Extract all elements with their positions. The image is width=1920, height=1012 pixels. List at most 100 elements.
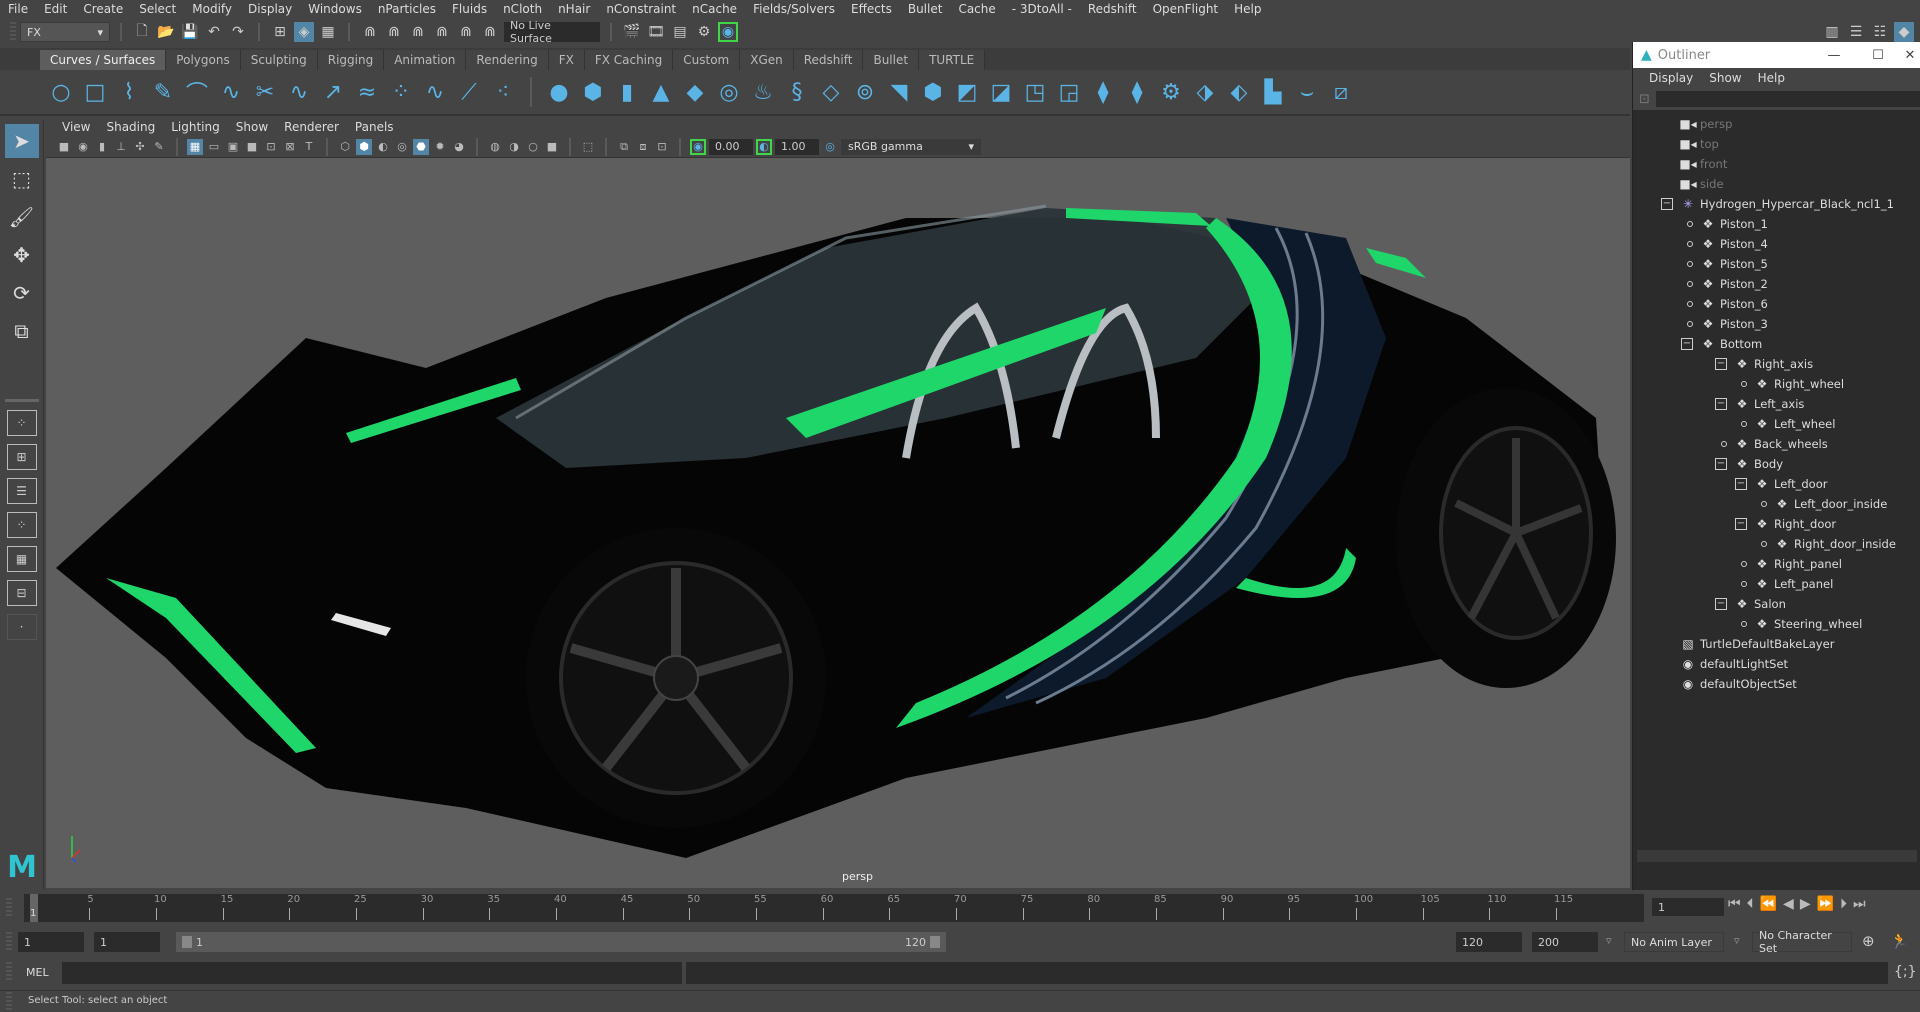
play-forwards-icon[interactable]: ▶ [1800, 896, 1811, 912]
step-back-frame-icon[interactable]: ⏴ [1747, 896, 1754, 912]
outliner-item[interactable]: ❖ Left_door_inside [1773, 494, 1888, 514]
command-input[interactable] [62, 962, 682, 984]
outliner-horizontal-scrollbar[interactable] [1637, 850, 1917, 862]
animation-preferences-icon[interactable]: 🏃 [1890, 932, 1909, 950]
reverse-curve-icon[interactable]: ⁖ [490, 79, 516, 105]
outliner-item[interactable]: ❖ Left_door [1753, 474, 1828, 494]
snap-point-icon[interactable]: ⋒ [408, 22, 428, 42]
sidebar-toggle-icon[interactable]: ▥ [1822, 22, 1842, 42]
go-to-end-icon[interactable]: ⏭ [1853, 896, 1866, 912]
close-icon[interactable]: ✕ [1900, 48, 1920, 63]
outliner-item[interactable]: ■◂ persp [1679, 114, 1732, 134]
gamma-icon[interactable]: ◐ [756, 138, 772, 155]
outliner-item[interactable]: ❖ Piston_6 [1699, 294, 1768, 314]
render-view-icon[interactable]: 🎬 [622, 22, 642, 42]
safe-action-icon[interactable]: ⊠ [282, 139, 298, 155]
four-view-layout-icon[interactable]: ⊞ [6, 444, 37, 470]
outliner-item[interactable]: ▧ TurtleDefaultBakeLayer [1679, 634, 1834, 654]
collapse-toggle-icon[interactable]: − [1715, 458, 1727, 470]
nurbs-circle-icon[interactable]: ○ [48, 79, 74, 105]
2d-pan-zoom-icon[interactable]: ✣ [132, 139, 148, 155]
grease-pencil-icon[interactable]: ✎ [151, 139, 167, 155]
move-tool-icon[interactable]: ✥ [5, 238, 39, 272]
collapse-toggle-icon[interactable]: − [1661, 198, 1673, 210]
film-gate-icon[interactable]: ▭ [206, 139, 222, 155]
outliner-item[interactable]: ❖ Right_door [1753, 514, 1837, 534]
animation-start-field[interactable]: 1 [18, 932, 84, 952]
undo-icon[interactable]: ↶ [204, 22, 224, 42]
viewport-menu-show[interactable]: Show [228, 120, 276, 134]
menu-nhair[interactable]: nHair [550, 2, 598, 16]
menu-nparticles[interactable]: nParticles [370, 2, 444, 16]
isolate-select-icon[interactable]: ⬚ [580, 139, 596, 155]
grip-handle[interactable] [6, 962, 12, 982]
menu-display[interactable]: Display [240, 2, 300, 16]
insert-isoparm-icon[interactable]: ⚙ [1158, 79, 1184, 105]
viewport-menu-shading[interactable]: Shading [98, 120, 163, 134]
menu-openflight[interactable]: OpenFlight [1145, 2, 1227, 16]
outliner-item[interactable]: ❖ Bottom [1699, 334, 1763, 354]
insert-knot-icon[interactable]: ∿ [422, 79, 448, 105]
grip-handle[interactable] [6, 898, 12, 918]
snap-grid-icon[interactable]: ⋒ [360, 22, 380, 42]
menu-redshift[interactable]: Redshift [1080, 2, 1145, 16]
timeline-track[interactable]: 1 5 10 15 20 25 30 35 40 45 50 55 60 65 70 75 80 85 90 95 1… [24, 894, 1644, 922]
persp-graph-hypershade-layout-icon[interactable]: ⊟ [6, 580, 37, 606]
loft-icon[interactable]: § [784, 79, 810, 105]
planar-icon[interactable]: ◇ [818, 79, 844, 105]
new-scene-icon[interactable]: 🗋 [132, 22, 152, 42]
trim-tool-icon[interactable]: ◳ [1022, 79, 1048, 105]
step-forward-key-icon[interactable]: ⏩ [1817, 896, 1834, 912]
range-start-handle[interactable] [182, 936, 192, 948]
menu-help[interactable]: Help [1226, 2, 1269, 16]
tool-settings-icon[interactable]: ◆ [1894, 22, 1914, 42]
collapse-toggle-icon[interactable]: − [1681, 338, 1693, 350]
outliner-item[interactable]: ❖ Right_door_inside [1773, 534, 1896, 554]
attach-curve-icon[interactable]: ∿ [286, 79, 312, 105]
outliner-item[interactable]: ✳ Hydrogen_Hypercar_Black_ncl1_1 [1679, 194, 1894, 214]
nurbs-cube-icon[interactable]: ⬢ [580, 79, 606, 105]
range-end-handle[interactable] [930, 936, 940, 948]
viewport-menu-panels[interactable]: Panels [347, 120, 402, 134]
motion-blur-icon[interactable]: ◑ [506, 139, 522, 155]
arc-tool-icon[interactable]: ⌒ [184, 79, 210, 107]
birail-icon[interactable]: ◥ [886, 79, 912, 105]
maximize-icon[interactable]: ☐ [1856, 48, 1900, 63]
more-layouts-icon[interactable]: · [6, 614, 37, 640]
sculpt-geometry-icon[interactable]: ⌣ [1294, 79, 1320, 105]
rotate-tool-icon[interactable]: ⟳ [5, 276, 39, 310]
ep-curve-icon[interactable]: ∿ [218, 79, 244, 105]
hypershade-icon[interactable]: ◉ [718, 22, 738, 42]
open-close-surface-icon[interactable]: ⬖ [1226, 79, 1252, 105]
outliner-item[interactable]: ❖ Piston_4 [1699, 234, 1768, 254]
play-backwards-icon[interactable]: ◀ [1783, 896, 1794, 912]
persp-viewport[interactable]: persp [46, 158, 1630, 888]
collapse-toggle-icon[interactable]: − [1715, 598, 1727, 610]
snap-curve-icon[interactable]: ⋒ [384, 22, 404, 42]
menu-select[interactable]: Select [131, 2, 184, 16]
menu-fluids[interactable]: Fluids [444, 2, 495, 16]
outliner-menu-help[interactable]: Help [1750, 71, 1793, 85]
cut-curve-icon[interactable]: ✂ [252, 79, 278, 105]
menu-3dtoall[interactable]: - 3DtoAll - [1004, 2, 1080, 16]
range-slider[interactable]: 1 120 [176, 932, 946, 952]
animation-end-field[interactable]: 200 [1532, 932, 1598, 952]
safe-title-icon[interactable]: T [301, 139, 317, 155]
outliner-item[interactable]: ❖ Left_wheel [1753, 414, 1836, 434]
bookmark-icon[interactable]: ▮ [94, 139, 110, 155]
persp-outliner-layout-icon[interactable]: ☰ [6, 478, 37, 504]
menu-ncache[interactable]: nCache [684, 2, 745, 16]
single-perspective-layout-icon[interactable]: ⁘ [6, 410, 37, 436]
untrim-icon[interactable]: ◲ [1056, 79, 1082, 105]
extend-curve-icon[interactable]: ↗ [320, 79, 346, 105]
shelf-tab-sculpting[interactable]: Sculpting [240, 50, 318, 70]
xray-icon[interactable]: ⧉ [616, 139, 632, 155]
shelf-tab-custom[interactable]: Custom [673, 50, 741, 70]
menu-ncloth[interactable]: nCloth [495, 2, 550, 16]
outliner-search-input[interactable] [1655, 91, 1920, 107]
select-hierarchy-icon[interactable]: ⊞ [270, 22, 290, 42]
outliner-item[interactable]: ◉ defaultLightSet [1679, 654, 1788, 674]
grip-handle[interactable] [6, 992, 12, 1012]
collapse-toggle-icon[interactable]: − [1735, 478, 1747, 490]
attribute-editor-icon[interactable]: ☷ [1870, 22, 1890, 42]
